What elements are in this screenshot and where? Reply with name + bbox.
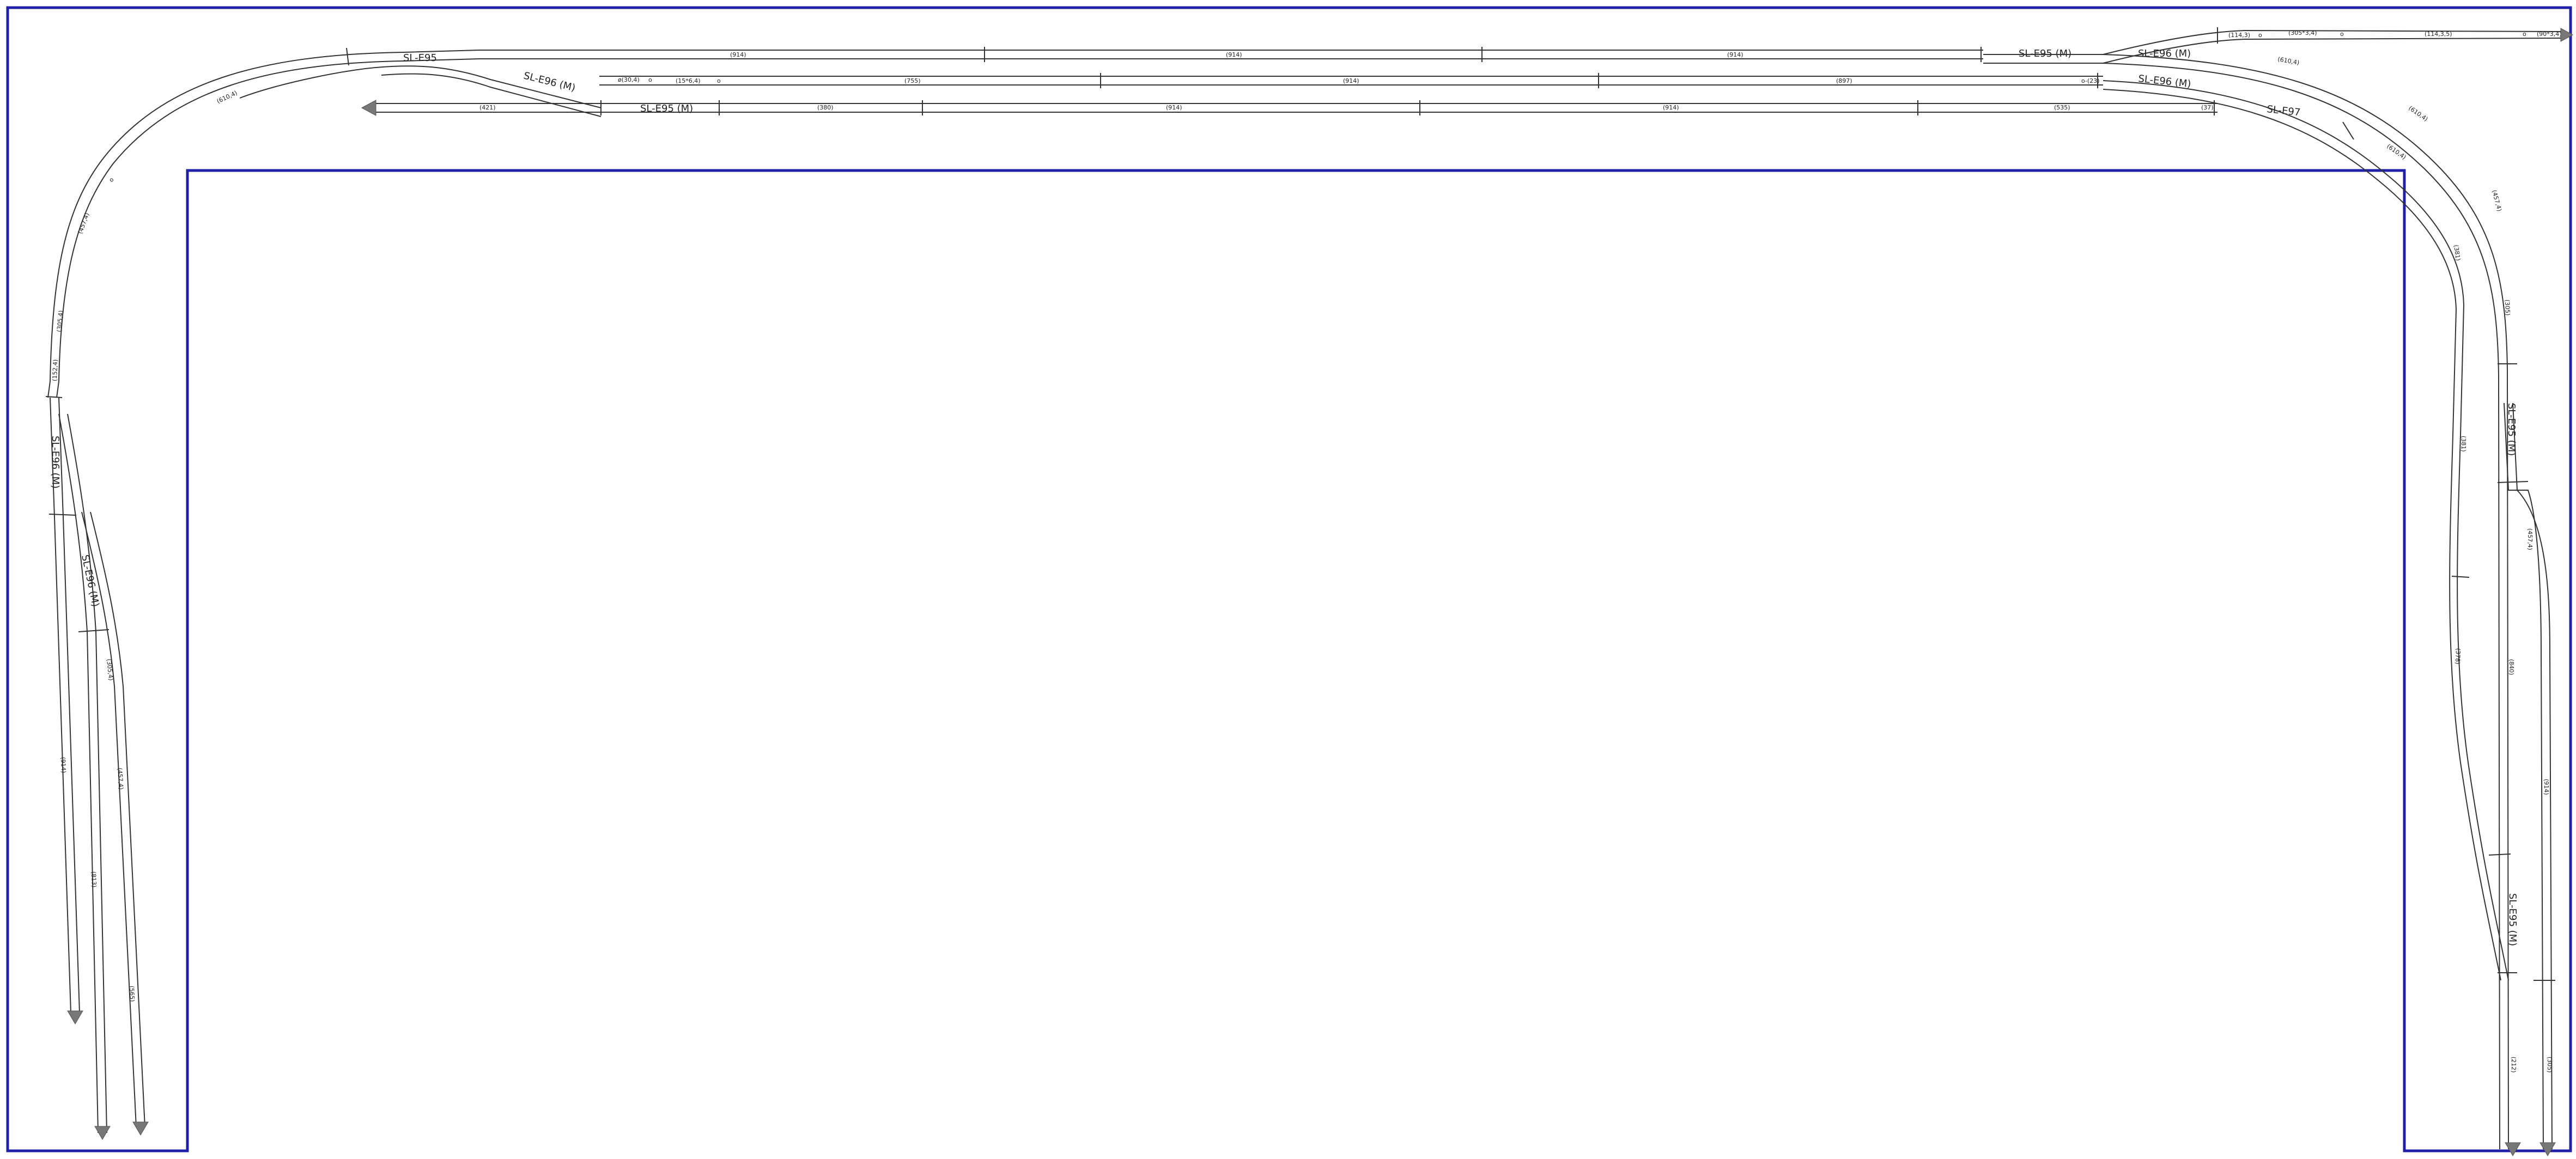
right-vertical-label-4: (212) — [2510, 1057, 2517, 1073]
spur-label-3: (305*3,4) — [2288, 29, 2317, 36]
row3-label-6: (37) — [2201, 104, 2214, 111]
end-arrow-left-3 — [132, 1121, 149, 1136]
left-branch-label-4: (457,4) — [116, 767, 125, 790]
left-branch-label-1: (305,4) — [105, 658, 114, 681]
end-arrow-right-2 — [2539, 1142, 2556, 1156]
right-curve-label-2: (610,4) — [2407, 105, 2429, 123]
right-vertical-label-2: (840) — [2508, 659, 2515, 675]
left-curve-label-5: (152,4) — [51, 359, 59, 382]
spur-label-6: o — [2523, 30, 2526, 38]
left-curve-label-3: (457,4) — [77, 212, 91, 235]
turnout-right-vertical-1: SL-E95 (M) — [2506, 403, 2517, 456]
spur-label-7: (90*3,4) — [2537, 30, 2562, 38]
right-inner-label-4: (378) — [2454, 648, 2462, 664]
row3-label-2: (380) — [817, 104, 834, 111]
right-inner-label-1: (610,4) — [2385, 143, 2407, 161]
row1-label-1: (914) — [730, 51, 746, 58]
row2-label-1: ø(30,4) — [618, 76, 640, 83]
right-vertical-label-3: (914) — [2543, 779, 2550, 795]
row2-label-3: (15*6,4) — [676, 77, 701, 84]
end-arrow-right-1 — [2505, 1142, 2521, 1156]
end-arrow-left-1 — [67, 1010, 83, 1024]
row3-label-5: (535) — [2054, 104, 2070, 111]
row2-label-4: o — [717, 77, 721, 84]
left-branch-label-5: (565) — [128, 986, 136, 1002]
top-track-row-2: ø(30,4) o (15*6,4) o (755) (914) (897) o… — [599, 73, 2103, 88]
left-branch-label-3: (813) — [90, 871, 98, 888]
end-arrow-left-2 — [94, 1126, 111, 1140]
turnout-right-mid: SL-E96 (M) — [2137, 73, 2191, 90]
turnout-left-vertical: SL-E96 (M) — [50, 436, 61, 489]
left-inner-curve — [239, 65, 602, 117]
row2-label-5: (755) — [904, 77, 921, 84]
board-outline — [6, 6, 2572, 1152]
turnout-top-left: SL-E95 — [403, 52, 437, 64]
row1-label-2: (914) — [1226, 51, 1242, 58]
right-curve-label-3: (457,4) — [2490, 189, 2503, 212]
spur-label-2: o — [2258, 32, 2262, 39]
left-branch-label-2: (914) — [59, 757, 67, 773]
left-curve-label-2: o — [107, 176, 115, 184]
right-inner-curve: (610,4) (381) (381) (378) — [2103, 80, 2509, 981]
row1-label-3: (914) — [1727, 51, 1743, 58]
right-inner-label-3: (381) — [2460, 436, 2467, 452]
row3-label-4: (914) — [1663, 104, 1679, 111]
right-curve-label-4: (305) — [2504, 300, 2511, 316]
track-plan-diagram: (914) (914) (914) ø(30,4) o (15*6,4) o (… — [6, 6, 2574, 1156]
row2-label-2: o — [648, 76, 652, 83]
row2-label-6: (914) — [1343, 77, 1359, 84]
row3-label-3: (914) — [1166, 104, 1182, 111]
left-branches: SL-E96 (M) SL-E96 (M) (305,4) (914) (813… — [48, 397, 149, 1140]
row2-label-8: o-(23) — [2081, 77, 2099, 84]
row2-label-7: (897) — [1836, 77, 1852, 84]
right-vertical-label-1: (457,4) — [2526, 528, 2534, 550]
left-outer-curve: (610,4) o (457,4) (305,4) (152,4) — [45, 47, 480, 398]
row3-label-1: (421) — [479, 104, 496, 111]
left-curve-label-4: (305,4) — [56, 310, 64, 332]
right-curve-label-1: (610,4) — [2277, 56, 2300, 66]
turnout-top-right: SL-E95 (M) — [2019, 48, 2071, 59]
spur-label-4: o — [2340, 30, 2344, 38]
right-vertical-label-5: (305) — [2546, 1057, 2553, 1073]
turnout-bottom-left: SL-E95 (M) — [640, 103, 693, 114]
turnout-right-low: SL-E97 — [2266, 103, 2301, 118]
top-track-row-1: (914) (914) (914) — [479, 47, 1983, 62]
spur-label-1: (114,3) — [2228, 32, 2250, 39]
turnout-right-vertical-2: SL-E95 (M) — [2507, 893, 2518, 946]
right-outer-curve: (610,4) (610,4) (457,4) (305) — [1983, 54, 2521, 1156]
end-arrow-top-left — [361, 100, 376, 116]
left-curve-label-1: (610,4) — [216, 89, 239, 105]
spur-label-5: (114,3,5) — [2425, 30, 2452, 38]
